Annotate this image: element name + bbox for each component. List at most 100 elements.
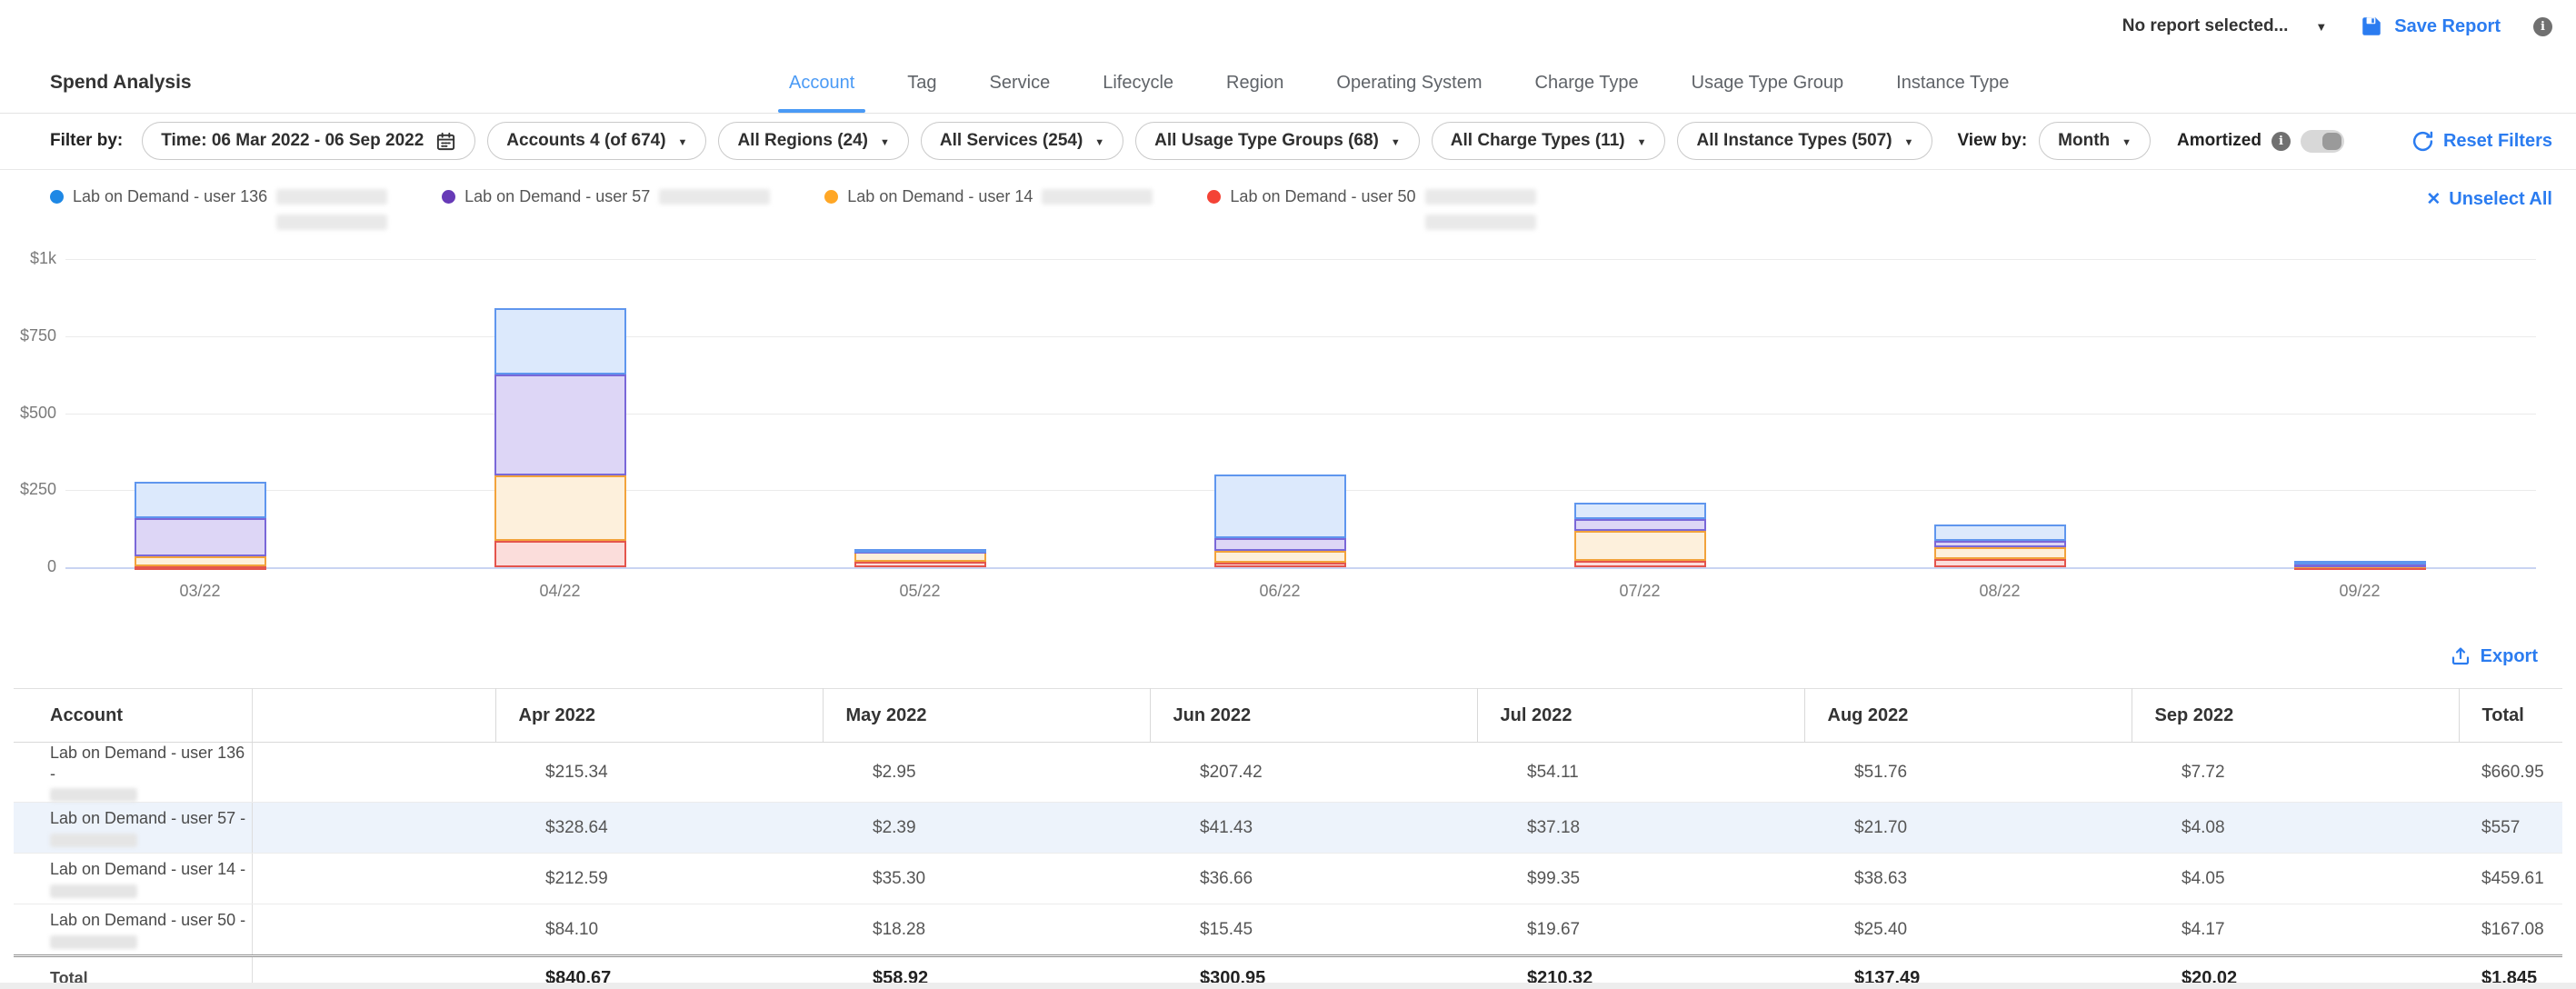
tab-instance-type[interactable]: Instance Type — [1896, 53, 2009, 113]
tab-charge-type[interactable]: Charge Type — [1535, 53, 1639, 113]
caret-down-icon — [1391, 131, 1401, 151]
account-cell: Lab on Demand - user 14 - — [14, 854, 252, 904]
info-icon[interactable] — [2533, 17, 2552, 36]
tab-tag[interactable]: Tag — [907, 53, 936, 113]
bar-05-22-lab-on-demand-user-50[interactable] — [854, 562, 986, 567]
tab-service[interactable]: Service — [990, 53, 1051, 113]
bar-06-22-lab-on-demand-user-50[interactable] — [1214, 563, 1346, 567]
bar-04-22-lab-on-demand-user-57[interactable] — [494, 375, 626, 475]
report-selector-dropdown[interactable]: No report selected... — [2122, 16, 2328, 36]
legend-label: Lab on Demand - user 136 — [73, 187, 267, 206]
account-name: Lab on Demand - user 136 - — [50, 743, 252, 784]
filter-pill-all-usage-type-groups-68[interactable]: All Usage Type Groups (68) — [1135, 122, 1420, 160]
filter-bar: Filter by: Time: 06 Mar 2022 - 06 Sep 20… — [0, 113, 2576, 170]
legend-item-lab-on-demand-user-136[interactable]: Lab on Demand - user 136 — [50, 187, 387, 230]
legend-dot-icon — [50, 190, 64, 204]
value-cell: $54.11 — [1477, 743, 1804, 803]
legend-row: Lab on Demand - user 136 — [50, 187, 387, 206]
title-bar: Spend Analysis Account Tag Service Lifecycl… — [0, 53, 2576, 114]
bar-08-22-lab-on-demand-user-57[interactable] — [1934, 541, 2066, 547]
filter-pill-all-charge-types-11[interactable]: All Charge Types (11) — [1432, 122, 1666, 160]
account-name: Lab on Demand - user 50 - — [50, 910, 252, 931]
filter-pill-accounts-4-of-674[interactable]: Accounts 4 (of 674) — [487, 122, 706, 160]
spacer-cell — [252, 803, 495, 854]
y-axis-label: $250 — [0, 480, 56, 499]
bar-03-22-lab-on-demand-user-50[interactable] — [135, 566, 266, 570]
redacted-text — [1425, 189, 1536, 205]
bar-07-22-lab-on-demand-user-50[interactable] — [1574, 561, 1706, 567]
y-axis-label: 0 — [0, 557, 56, 576]
bar-03-22-lab-on-demand-user-136[interactable] — [135, 482, 266, 518]
legend-item-lab-on-demand-user-14[interactable]: Lab on Demand - user 14 — [824, 187, 1153, 230]
spacer-cell — [252, 904, 495, 956]
amortized-label: Amortized — [2177, 131, 2261, 151]
bar-08-22-lab-on-demand-user-50[interactable] — [1934, 559, 2066, 567]
tab-region[interactable]: Region — [1226, 53, 1283, 113]
refresh-icon — [2411, 130, 2434, 153]
bar-06-22-lab-on-demand-user-136[interactable] — [1214, 475, 1346, 538]
caret-down-icon — [2122, 131, 2132, 151]
bar-03-22-lab-on-demand-user-14[interactable] — [135, 556, 266, 567]
bar-04-22-lab-on-demand-user-14[interactable] — [494, 475, 626, 541]
export-label: Export — [2481, 646, 2538, 667]
calendar-icon — [435, 131, 456, 152]
chart-legend: Lab on Demand - user 136 Lab on Demand - … — [0, 175, 2576, 238]
value-cell: $2.39 — [823, 803, 1150, 854]
bar-05-22-lab-on-demand-user-136[interactable] — [854, 549, 986, 553]
chevron-down-icon — [2315, 16, 2327, 36]
amortized-toggle[interactable] — [2301, 130, 2344, 153]
redacted-text — [50, 935, 137, 949]
reset-filters-button[interactable]: Reset Filters — [2411, 130, 2552, 153]
filter-pill-all-services-254[interactable]: All Services (254) — [921, 122, 1123, 160]
gridline — [65, 336, 2536, 337]
unselect-all-button[interactable]: Unselect All — [2426, 189, 2552, 210]
bar-06-22-lab-on-demand-user-14[interactable] — [1214, 551, 1346, 562]
tab-account[interactable]: Account — [789, 53, 854, 113]
tab-lifecycle[interactable]: Lifecycle — [1103, 53, 1173, 113]
bar-06-22-lab-on-demand-user-57[interactable] — [1214, 538, 1346, 551]
amortized-control: Amortized — [2177, 130, 2344, 153]
col-header-sep-2022: Sep 2022 — [2132, 689, 2459, 743]
bar-04-22-lab-on-demand-user-50[interactable] — [494, 541, 626, 567]
redacted-text — [1042, 189, 1153, 205]
save-report-label: Save Report — [2394, 16, 2501, 37]
export-button[interactable]: Export — [2450, 636, 2538, 676]
legend-row: Lab on Demand - user 57 — [442, 187, 770, 206]
value-cell: $37.18 — [1477, 803, 1804, 854]
x-axis-label: 03/22 — [136, 582, 264, 601]
bar-07-22-lab-on-demand-user-136[interactable] — [1574, 503, 1706, 519]
filter-pill-label: All Services (254) — [940, 131, 1083, 151]
bar-07-22-lab-on-demand-user-14[interactable] — [1574, 531, 1706, 562]
bar-08-22-lab-on-demand-user-14[interactable] — [1934, 547, 2066, 559]
bar-03-22-lab-on-demand-user-57[interactable] — [135, 518, 266, 556]
account-cell: Lab on Demand - user 50 - — [14, 904, 252, 956]
table-row-lab-on-demand-user-136: Lab on Demand - user 136 -$215.34$2.95$2… — [14, 743, 2562, 803]
bar-04-22-lab-on-demand-user-136[interactable] — [494, 308, 626, 375]
gridline — [65, 414, 2536, 415]
value-cell: $21.70 — [1804, 803, 2132, 854]
tab-usage-type-group[interactable]: Usage Type Group — [1692, 53, 1844, 113]
report-selector-value: No report selected... — [2122, 16, 2289, 36]
caret-down-icon — [1637, 131, 1647, 151]
filter-pill-label: Accounts 4 (of 674) — [506, 131, 665, 151]
export-icon — [2450, 645, 2471, 667]
filter-pill-label: Time: 06 Mar 2022 - 06 Sep 2022 — [161, 131, 424, 151]
view-by-dropdown[interactable]: Month — [2039, 122, 2151, 160]
bar-07-22-lab-on-demand-user-57[interactable] — [1574, 519, 1706, 531]
account-name: Lab on Demand - user 57 - — [50, 808, 252, 829]
legend-item-lab-on-demand-user-50[interactable]: Lab on Demand - user 50 — [1207, 187, 1535, 230]
bar-08-22-lab-on-demand-user-136[interactable] — [1934, 524, 2066, 541]
col-header-jun-2022: Jun 2022 — [1150, 689, 1477, 743]
filter-pill-all-instance-types-507[interactable]: All Instance Types (507) — [1677, 122, 1932, 160]
table-row-lab-on-demand-user-50: Lab on Demand - user 50 -$84.10$18.28$15… — [14, 904, 2562, 956]
page-title: Spend Analysis — [50, 72, 192, 94]
tab-operating-system[interactable]: Operating System — [1336, 53, 1482, 113]
filter-pill-all-regions-24[interactable]: All Regions (24) — [718, 122, 908, 160]
legend-item-lab-on-demand-user-57[interactable]: Lab on Demand - user 57 — [442, 187, 770, 230]
value-cell: $38.63 — [1804, 854, 2132, 904]
info-icon[interactable] — [2271, 132, 2291, 151]
value-cell: $19.67 — [1477, 904, 1804, 956]
filter-pill-time-06-mar-2022-06-sep-2022[interactable]: Time: 06 Mar 2022 - 06 Sep 2022 — [142, 122, 475, 160]
save-report-button[interactable]: Save Report — [2360, 15, 2501, 38]
bar-09-22-lab-on-demand-user-136[interactable] — [2294, 561, 2426, 564]
